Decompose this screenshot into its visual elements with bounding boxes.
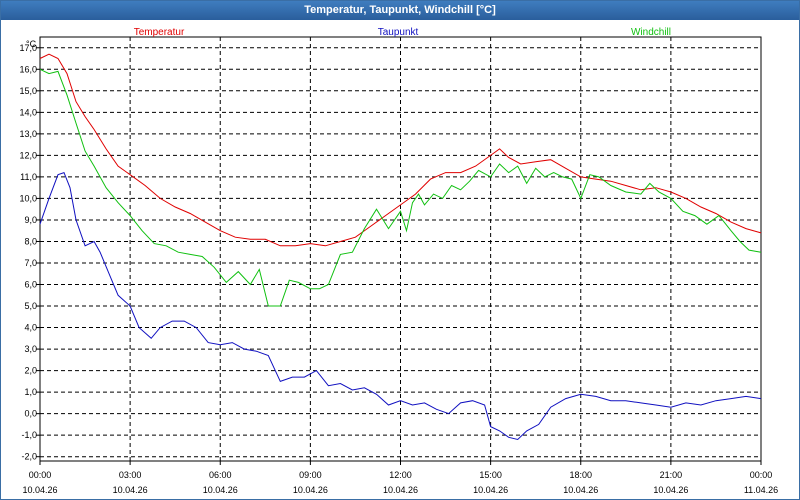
y-tick-label: 0,0 [24,409,37,419]
legend-temperatur: Temperatur [134,27,185,38]
y-tick-label: -2,0 [21,452,37,462]
x-tick-time: 03:00 [119,470,142,480]
window-title: Temperatur, Taupunkt, Windchill [°C] [1,1,799,20]
y-tick-label: 5,0 [24,301,37,311]
y-tick-label: 16,0 [19,64,37,74]
y-tick-label: 12,0 [19,150,37,160]
y-tick-label: 4,0 [24,323,37,333]
line-chart: -2,0 -1,0 0,0 1,0 2,0 3,0 4,0 5,0 6,0 7,0 8,0 9,0 10… [19,27,778,495]
x-tick-time: 21:00 [660,470,683,480]
chart-window: Temperatur, Taupunkt, Windchill [°C] -2,… [0,0,800,500]
x-tick-time: 15:00 [479,470,502,480]
legend-taupunkt: Taupunkt [378,27,419,38]
x-tick-date: 10.04.26 [653,485,688,495]
y-tick-label: 9,0 [24,215,37,225]
y-tick-label: 2,0 [24,366,37,376]
x-tick-date: 10.04.26 [473,485,508,495]
y-axis-unit: °C [26,39,37,49]
y-tick-label: -1,0 [21,430,37,440]
x-tick-date: 10.04.26 [113,485,148,495]
x-tick-date: 10.04.26 [383,485,418,495]
y-tick-label: 8,0 [24,236,37,246]
x-tick-time: 18:00 [569,470,592,480]
legend-windchill: Windchill [631,27,671,38]
x-tick-date: 10.04.26 [563,485,598,495]
y-tick-label: 14,0 [19,107,37,117]
y-tick-label: 3,0 [24,344,37,354]
y-tick-label: 13,0 [19,129,37,139]
x-tick-time: 12:00 [389,470,412,480]
x-tick-time: 06:00 [209,470,232,480]
x-tick-time: 00:00 [750,470,773,480]
x-tick-date: 11.04.26 [744,485,778,495]
x-tick-date: 10.04.26 [203,485,238,495]
y-tick-label: 10,0 [19,193,37,203]
x-tick-time: 00:00 [29,470,52,480]
y-tick-label: 15,0 [19,86,37,96]
y-tick-label: 7,0 [24,258,37,268]
x-tick-date: 10.04.26 [293,485,328,495]
y-tick-label: 1,0 [24,387,37,397]
y-tick-label: 6,0 [24,280,37,290]
x-tick-time: 09:00 [299,470,322,480]
x-tick-date: 10.04.26 [22,485,57,495]
y-tick-label: 11,0 [20,172,37,182]
